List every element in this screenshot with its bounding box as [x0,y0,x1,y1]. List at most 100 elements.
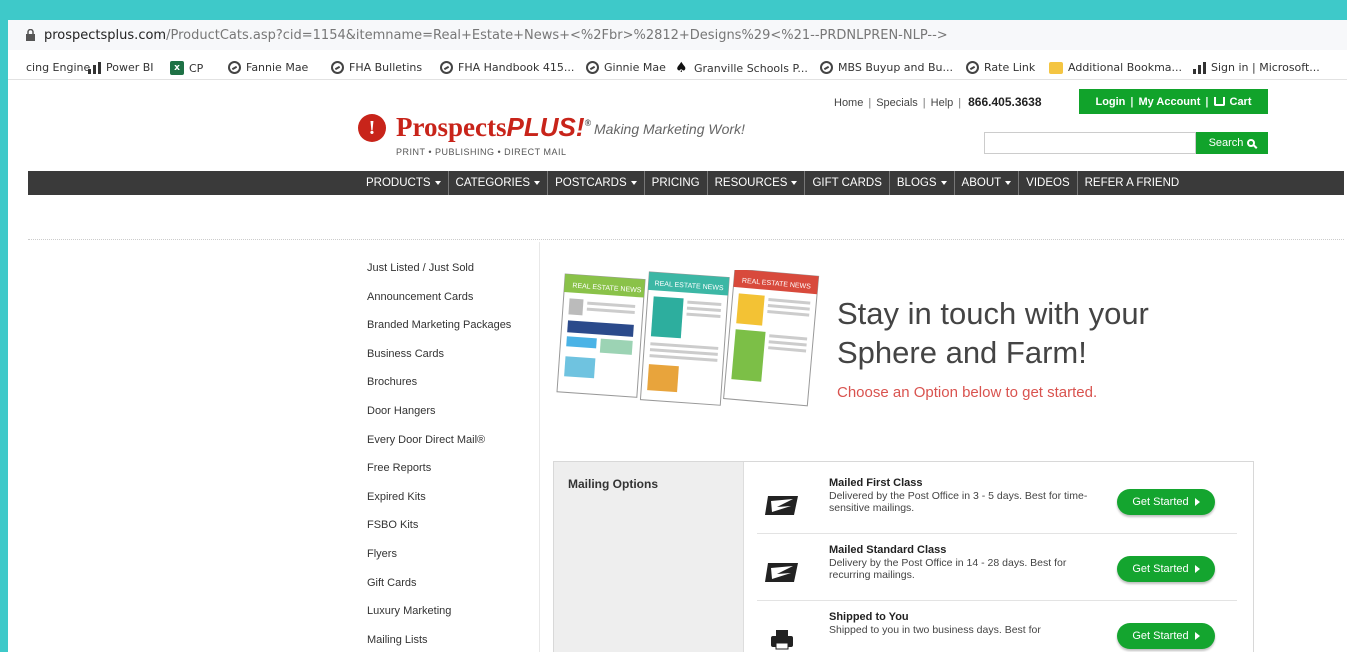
nav-item-categories[interactable]: CATEGORIES [449,171,549,195]
bookmark-item[interactable]: FHA Handbook 415... [440,61,574,74]
sidebar-item[interactable]: Mailing Lists [367,633,511,652]
mailing-options-panel: Mailing Options Mailed First Class Delive… [553,461,1254,652]
chevron-down-icon [1005,181,1012,185]
nav-label: ABOUT [961,177,1002,189]
mailing-option-desc: Shipped to you in two business days. Bes… [829,624,1041,636]
nav-label: VIDEOS [1026,177,1070,189]
help-link[interactable]: Help [931,97,954,109]
chevron-down-icon [434,181,441,185]
bookmark-label: MBS Buyup and Bu... [838,61,954,74]
nav-item-postcards[interactable]: POSTCARDS [548,171,645,195]
bookmark-label: Sign in | Microsoft... [1211,61,1320,74]
sidebar-item[interactable]: Announcement Cards [367,290,511,319]
bookmark-label: Additional Bookma... [1068,61,1183,74]
bookmark-item[interactable]: Additional Bookma... [1049,61,1182,74]
play-arrow-icon [1194,565,1200,573]
bookmark-item[interactable]: FHA Bulletins [331,61,422,74]
chevron-down-icon [940,181,947,185]
address-bar[interactable]: prospectsplus.com/ProductCats.asp?cid=11… [8,20,1347,50]
bookmark-label: CP [189,61,204,75]
sidebar-item[interactable]: Flyers [367,547,511,576]
divider [28,239,1344,240]
url-text[interactable]: prospectsplus.com/ProductCats.asp?cid=11… [44,28,948,43]
chevron-down-icon [630,181,637,185]
printer-icon [771,630,793,650]
nav-item-gift-cards[interactable]: GIFT CARDS [805,171,890,195]
my-account-link[interactable]: My Account [1138,96,1200,108]
mailing-option-title: Shipped to You [829,611,909,623]
nav-item-about[interactable]: ABOUT [955,171,1020,195]
bookmark-label: FHA Bulletins [349,61,423,74]
excel-icon: x [170,61,184,75]
search-input[interactable] [984,132,1196,154]
main-nav: PRODUCTS CATEGORIES POSTCARDS PRICING RESOUR… [28,171,1344,195]
sidebar-item[interactable]: Gift Cards [367,576,511,605]
sidebar-item[interactable]: Branded Marketing Packages [367,318,511,347]
nav-label: GIFT CARDS [812,177,882,189]
chevron-down-icon [791,181,798,185]
sidebar-item[interactable]: Luxury Marketing [367,604,511,633]
category-sidebar: Just Listed / Just Sold Announcement Card… [367,261,511,652]
sidebar-item[interactable]: Business Cards [367,347,511,376]
sidebar-item[interactable]: Expired Kits [367,490,511,519]
sidebar-item[interactable]: Brochures [367,375,511,404]
sidebar-item[interactable]: FSBO Kits [367,518,511,547]
sidebar-item[interactable]: Door Hangers [367,404,511,433]
globe-icon [966,61,979,74]
bookmark-item[interactable]: MBS Buyup and Bu... [820,61,953,74]
mailing-option: Shipped to You Shipped to you in two busi… [757,603,1237,652]
login-link[interactable]: Login [1095,96,1125,108]
bookmark-label: Ginnie Mae [604,61,666,74]
play-arrow-icon [1194,632,1200,640]
nav-label: RESOURCES [714,177,788,189]
sidebar-item[interactable]: Just Listed / Just Sold [367,261,511,290]
bookmark-item[interactable]: Ginnie Mae [586,61,666,74]
cart-icon[interactable] [1213,97,1225,106]
bookmark-item[interactable]: Rate Link [966,61,1035,74]
sidebar-item[interactable]: Every Door Direct Mail® [367,433,511,462]
nav-label: PRICING [651,177,700,189]
spade-icon: ♠ [675,60,688,76]
mailing-options-label-column: Mailing Options [554,462,744,652]
bookmark-item[interactable]: ♠ Granville Schools P... [675,61,808,75]
cart-link[interactable]: Cart [1230,96,1252,108]
globe-icon [820,61,833,74]
nav-label: PRODUCTS [366,177,431,189]
nav-item-blogs[interactable]: BLOGS [890,171,955,195]
nav-item-products[interactable]: PRODUCTS [359,171,449,195]
hero-subtitle: Choose an Option below to get started. [837,384,1098,401]
mailing-option: Mailed Standard Class Delivery by the Pos… [757,536,1237,603]
logo-tagline: Making Marketing Work! [594,121,745,137]
browser-window: prospectsplus.com/ProductCats.asp?cid=11… [8,20,1347,652]
get-started-button[interactable]: Get Started [1117,623,1215,649]
bookmark-item[interactable]: Sign in | Microsoft... [1193,61,1320,74]
mailing-option: Mailed First Class Delivered by the Post … [757,469,1237,536]
bookmark-item[interactable]: Power BI [88,61,154,74]
logo-subline: PRINT • PUBLISHING • DIRECT MAIL [396,147,567,157]
nav-item-resources[interactable]: RESOURCES [708,171,806,195]
bookmark-item[interactable]: cing Engine [26,61,90,74]
sidebar-item[interactable]: Free Reports [367,461,511,490]
top-links: Home | Specials | Help | 866.405.3638 [834,95,1042,109]
search-button[interactable]: Search [1196,132,1268,154]
globe-icon [440,61,453,74]
nav-item-videos[interactable]: VIDEOS [1019,171,1078,195]
bookmark-item[interactable]: x CP [170,61,203,75]
folder-icon [1049,61,1063,74]
nav-item-refer-a-friend[interactable]: REFER A FRIEND [1078,171,1187,195]
mailing-option-title: Mailed Standard Class [829,544,947,556]
usps-eagle-icon [765,496,798,515]
bookmark-label: Rate Link [984,61,1036,74]
hero-title: Stay in touch with your Sphere and Farm! [837,296,1149,370]
get-started-button[interactable]: Get Started [1117,556,1215,582]
logo-text: ProspectsPLUS!® [396,112,592,142]
nav-item-pricing[interactable]: PRICING [645,171,708,195]
usps-eagle-icon [765,563,798,582]
nav-label: REFER A FRIEND [1084,177,1180,189]
home-link[interactable]: Home [834,97,863,109]
get-started-button[interactable]: Get Started [1117,489,1215,515]
bookmark-item[interactable]: Fannie Mae [228,61,308,74]
specials-link[interactable]: Specials [876,97,918,109]
bars-icon [88,61,101,74]
mailing-option-desc: Delivery by the Post Office in 14 - 28 d… [829,557,1067,581]
